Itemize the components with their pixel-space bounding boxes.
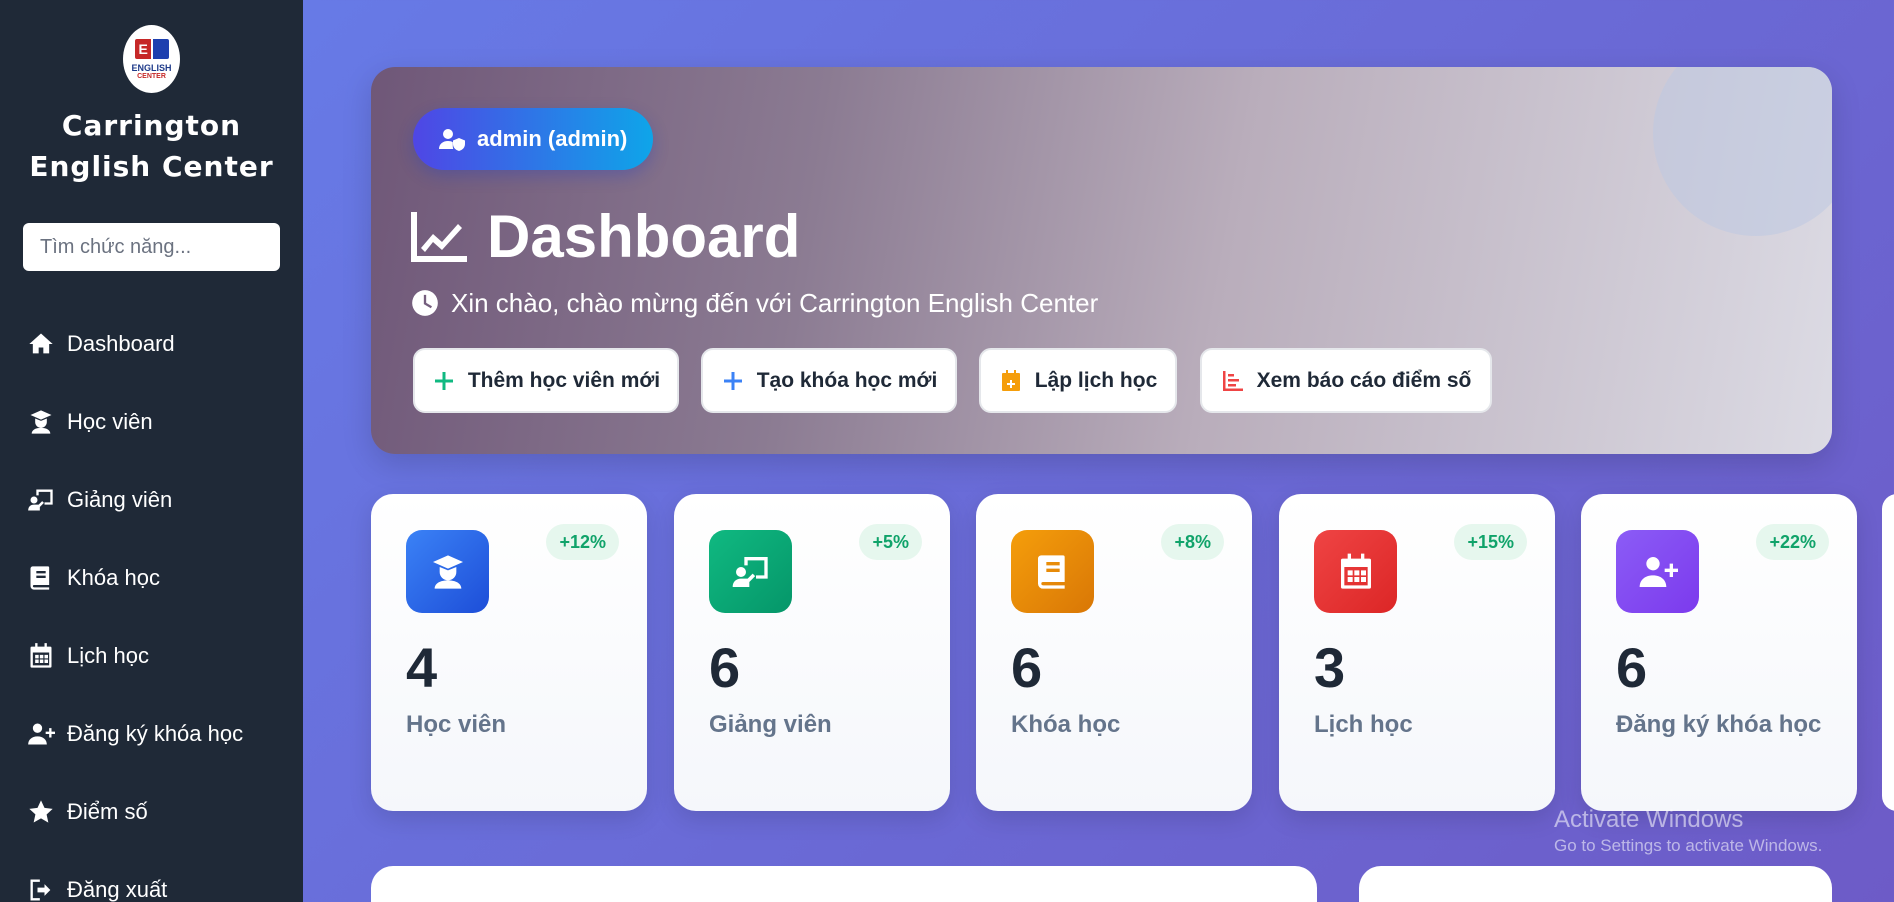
stat-value: 4 [406,636,438,699]
plus-icon [723,371,742,390]
book-logo-icon: E [134,37,169,61]
user-shield-icon [439,129,465,151]
plus-icon [434,371,453,390]
sidebar-item-grades[interactable]: Điểm số [27,792,287,832]
stat-label: Học viên [406,711,507,738]
center-logo[interactable]: E ENGLISH CENTER [123,25,180,93]
book-icon [1037,554,1065,589]
sidebar-item-teachers[interactable]: Giảng viên [27,480,287,520]
stat-card-teachers[interactable]: +5% 6 Giảng viên [674,494,950,811]
student-icon [30,410,52,434]
decorative-circle [1653,67,1832,236]
welcome-hero: admin (admin) Dashboard Xin chào, chào m… [371,67,1832,454]
logo-text-center: CENTER [137,73,166,80]
sidebar-item-dashboard[interactable]: Dashboard [27,324,287,364]
stat-label: Lịch học [1314,711,1413,738]
bar-chart-icon [1222,370,1243,391]
line-chart-icon [411,212,467,262]
sidebar-item-enrollment[interactable]: Đăng ký khóa học [27,714,287,754]
sidebar-item-logout[interactable]: Đăng xuất [27,870,287,902]
calendar-icon [1340,553,1371,589]
sidebar-item-students[interactable]: Học viên [27,402,287,442]
logout-icon [30,879,51,901]
stat-value: 6 [1616,636,1648,699]
stat-label: Giảng viên [709,711,832,738]
user-plus-icon [1639,556,1678,587]
schedule-class-button[interactable]: Lập lịch học [979,348,1177,413]
stat-icon-box [1314,530,1397,613]
student-icon [432,554,463,589]
stat-icon-box [709,530,792,613]
grade-report-button[interactable]: Xem báo cáo điểm số [1200,348,1492,413]
stat-value: 6 [709,636,741,699]
page-title: Dashboard [411,202,800,272]
stat-icon-box [1011,530,1094,613]
stat-card-partial [1882,494,1894,811]
teacher-icon [28,489,53,511]
sidebar-item-schedule[interactable]: Lịch học [27,636,287,676]
stat-card-enrollments[interactable]: +22% 6 Đăng ký khóa học [1581,494,1857,811]
growth-badge: +15% [1454,524,1527,560]
growth-badge: +12% [546,524,619,560]
stat-icon-box [406,530,489,613]
logo-text-english: ENGLISH [131,63,172,73]
growth-badge: +22% [1756,524,1829,560]
add-student-button[interactable]: Thêm học viên mới [413,348,679,413]
create-course-button[interactable]: Tạo khóa học mới [701,348,957,413]
bottom-panel-left [371,866,1317,902]
stat-value: 3 [1314,636,1346,699]
stat-card-schedule[interactable]: +15% 3 Lịch học [1279,494,1555,811]
windows-activation-watermark: Activate Windows Go to Settings to activ… [1554,806,1823,855]
growth-badge: +8% [1161,524,1224,560]
clock-icon [412,290,438,316]
function-search-input[interactable] [23,223,280,271]
calendar-icon [30,643,52,668]
calendar-plus-icon [1001,369,1020,391]
stat-card-courses[interactable]: +8% 6 Khóa học [976,494,1252,811]
sidebar: E ENGLISH CENTER Carrington English Cent… [0,0,303,902]
user-role-badge[interactable]: admin (admin) [413,108,653,170]
welcome-message: Xin chào, chào mừng đến với Carrington E… [411,285,1098,321]
user-plus-icon [28,723,55,745]
book-icon [30,566,50,590]
star-icon [29,800,53,823]
stat-label: Đăng ký khóa học [1616,711,1822,738]
stat-icon-box [1616,530,1699,613]
brand-name: Carrington English Center [29,109,274,183]
home-icon [29,333,53,354]
stat-value: 6 [1011,636,1043,699]
stat-card-students[interactable]: +12% 4 Học viên [371,494,647,811]
sidebar-item-courses[interactable]: Khóa học [27,558,287,598]
growth-badge: +5% [859,524,922,560]
bottom-panel-right [1359,866,1832,902]
teacher-icon [732,556,768,587]
stat-label: Khóa học [1011,711,1121,738]
